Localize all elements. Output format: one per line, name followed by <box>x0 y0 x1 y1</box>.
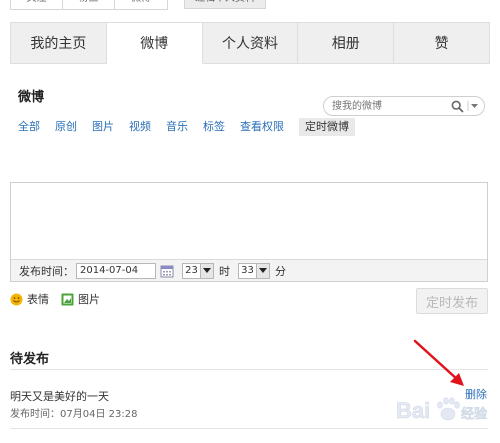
compose-box: 发布时间： 2014-07-04 23 时 33 分 <box>10 182 488 282</box>
filter-scheduled[interactable]: 定时微博 <box>299 118 355 136</box>
minute-unit: 分 <box>275 264 286 278</box>
filter-original[interactable]: 原创 <box>55 118 77 136</box>
emoji-label: 表情 <box>27 293 49 306</box>
filter-all[interactable]: 全部 <box>18 118 40 136</box>
svg-text:Bai: Bai <box>396 398 430 423</box>
image-label: 图片 <box>78 293 100 306</box>
stat-weibo[interactable]: 微博 <box>115 0 167 9</box>
emoji-button[interactable]: 表情 <box>10 291 49 307</box>
pending-post-time: 发布时间：07月04日 23:28 <box>10 409 138 420</box>
stat-following[interactable]: 关注 <box>11 0 63 9</box>
weibo-filters: 全部 原创 图片 视频 音乐 标签 查看权限 定时微博 <box>18 118 355 136</box>
minute-select[interactable]: 33 <box>238 262 270 279</box>
filter-video[interactable]: 视频 <box>129 118 151 136</box>
filter-music[interactable]: 音乐 <box>166 118 188 136</box>
weibo-section-title: 微博 <box>18 90 45 105</box>
edit-profile-button[interactable]: 编辑个人资料 <box>184 0 266 9</box>
chevron-down-icon[interactable] <box>467 99 481 113</box>
pending-post-text: 明天又是美好的一天 <box>10 390 109 403</box>
hour-unit: 时 <box>219 264 230 278</box>
main-tabs: 我的主页 微博 个人资料 相册 赞 <box>10 22 490 64</box>
hour-select[interactable]: 23 <box>182 262 214 279</box>
schedule-label: 发布时间： <box>19 264 74 278</box>
minute-value: 33 <box>241 264 254 276</box>
tab-profile[interactable]: 个人资料 <box>202 22 299 64</box>
schedule-date-field[interactable]: 2014-07-04 <box>76 262 156 279</box>
pending-section-title: 待发布 <box>10 352 50 367</box>
weibo-search-input[interactable] <box>332 99 448 114</box>
tab-weibo[interactable]: 微博 <box>106 22 203 64</box>
tab-likes[interactable]: 赞 <box>394 22 490 64</box>
weibo-search <box>323 96 485 116</box>
image-icon <box>61 293 74 305</box>
schedule-bar: 发布时间： 2014-07-04 23 时 33 分 <box>11 259 487 281</box>
tab-my-home[interactable]: 我的主页 <box>10 22 107 64</box>
calendar-icon[interactable] <box>160 264 174 278</box>
svg-text:经验: 经验 <box>461 406 488 422</box>
search-icon[interactable] <box>451 100 464 113</box>
filter-image[interactable]: 图片 <box>92 118 114 136</box>
bottom-divider <box>10 428 488 429</box>
stat-followers[interactable]: 粉丝 <box>63 0 115 9</box>
scheduled-publish-button[interactable]: 定时发布 <box>416 288 488 314</box>
smiley-icon <box>10 293 23 305</box>
top-strip: 关注 粉丝 微博 编辑个人资料 <box>0 0 500 22</box>
image-button[interactable]: 图片 <box>61 291 100 307</box>
compose-tools: 表情 图片 <box>10 291 112 307</box>
chevron-down-icon <box>200 263 213 278</box>
hour-value: 23 <box>185 264 198 276</box>
tab-album[interactable]: 相册 <box>298 22 395 64</box>
profile-stats-group: 关注 粉丝 微博 <box>10 0 168 10</box>
chevron-down-icon <box>256 263 269 278</box>
compose-textarea[interactable] <box>11 183 487 258</box>
delete-link[interactable]: 删除 <box>465 386 487 402</box>
annotation-arrow <box>413 339 464 386</box>
filter-permission[interactable]: 查看权限 <box>240 118 284 136</box>
filter-tag[interactable]: 标签 <box>203 118 225 136</box>
